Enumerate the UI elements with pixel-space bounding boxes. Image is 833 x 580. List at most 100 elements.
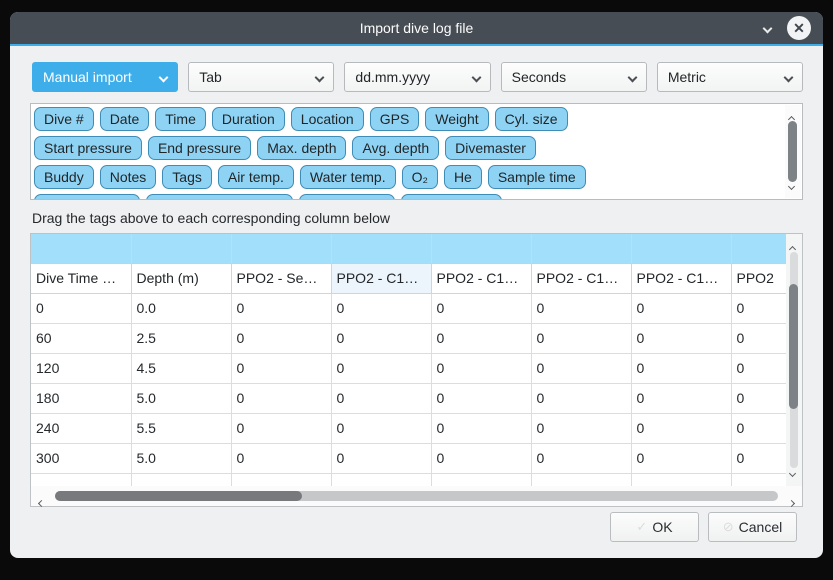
- cell: 0: [331, 293, 431, 323]
- cell: 0: [431, 413, 531, 443]
- tag-chip[interactable]: End pressure: [148, 136, 251, 160]
- scroll-left-icon[interactable]: [38, 500, 45, 507]
- tag-chip[interactable]: Weight: [425, 107, 488, 131]
- chevron-down-icon: [627, 72, 637, 82]
- cell: 0: [231, 443, 331, 473]
- check-icon: ✓: [636, 519, 647, 535]
- cell: 0: [31, 293, 131, 323]
- table-horizontal-scrollbar-thumb[interactable]: [55, 491, 302, 501]
- tag-chip[interactable]: Sample pO₂: [299, 194, 394, 200]
- close-button[interactable]: ✕: [787, 16, 811, 40]
- scroll-down-icon[interactable]: [789, 470, 796, 477]
- tag-chip[interactable]: O₂: [402, 165, 438, 189]
- column-drop-target[interactable]: [731, 234, 786, 263]
- column-header: PPO2 - C1…: [531, 263, 631, 293]
- tagbox-scrollbar-thumb[interactable]: [788, 121, 797, 182]
- column-drop-target[interactable]: [131, 234, 231, 263]
- cell: 5.0: [131, 443, 231, 473]
- tag-chip[interactable]: Sample CNS: [401, 194, 502, 200]
- tag-chip[interactable]: GPS: [370, 107, 420, 131]
- combo-units[interactable]: Metric: [657, 62, 803, 92]
- column-header: PPO2: [731, 263, 786, 293]
- header-row: Dive Time …Depth (m)PPO2 - Se…PPO2 - C1……: [31, 263, 786, 293]
- chevron-down-icon: [784, 72, 794, 82]
- combo-date-format[interactable]: dd.mm.yyyy: [344, 62, 490, 92]
- tag-chip[interactable]: Air temp.: [218, 165, 294, 189]
- combo-import-mode[interactable]: Manual import: [32, 62, 178, 92]
- tag-chip[interactable]: Duration: [212, 107, 285, 131]
- cell: 0: [331, 413, 431, 443]
- mapping-table: Dive Time …Depth (m)PPO2 - Se…PPO2 - C1……: [30, 233, 803, 507]
- combo-value: Manual import: [43, 69, 160, 85]
- tag-chip[interactable]: He: [444, 165, 482, 189]
- cell: 0: [731, 353, 786, 383]
- column-header: PPO2 - C1…: [631, 263, 731, 293]
- column-drop-target[interactable]: [31, 234, 131, 263]
- scroll-down-icon[interactable]: [788, 183, 795, 190]
- cell: 0: [531, 353, 631, 383]
- chevron-down-icon: [159, 72, 169, 82]
- tag-chip[interactable]: Date: [100, 107, 150, 131]
- tag-chip[interactable]: Sample temperature: [146, 194, 293, 200]
- chevron-down-icon: [315, 72, 325, 82]
- column-drop-target[interactable]: [431, 234, 531, 263]
- table-vertical-scrollbar-thumb[interactable]: [789, 284, 798, 409]
- tag-chip[interactable]: Dive #: [34, 107, 94, 131]
- tag-chip[interactable]: Sample depth: [34, 194, 140, 200]
- close-icon: ✕: [793, 20, 805, 37]
- column-drop-target[interactable]: [331, 234, 431, 263]
- cell: 0: [531, 323, 631, 353]
- tag-chip[interactable]: Location: [291, 107, 364, 131]
- cell: [631, 473, 731, 486]
- tag-chip[interactable]: Tags: [162, 165, 212, 189]
- table-vertical-scrollbar[interactable]: [786, 234, 802, 486]
- cell: 0: [231, 383, 331, 413]
- cell: [731, 473, 786, 486]
- tag-chip[interactable]: Buddy: [34, 165, 94, 189]
- shade-chevron-down-icon[interactable]: [763, 23, 773, 33]
- ok-button[interactable]: ✓ OK: [610, 512, 699, 542]
- cancel-button[interactable]: ⊘ Cancel: [708, 512, 797, 542]
- column-drop-target[interactable]: [231, 234, 331, 263]
- dialog-footer: ✓ OK ⊘ Cancel: [32, 512, 803, 542]
- table-row: 3005.0000000: [31, 443, 786, 473]
- tag-chip[interactable]: Sample time: [488, 165, 586, 189]
- cell: 0: [731, 443, 786, 473]
- combo-field-separator[interactable]: Tab: [188, 62, 334, 92]
- tag-chip[interactable]: Cyl. size: [495, 107, 568, 131]
- table-viewport: Dive Time …Depth (m)PPO2 - Se…PPO2 - C1……: [31, 234, 786, 486]
- cell: 0: [631, 383, 731, 413]
- tag-chip[interactable]: Avg. depth: [352, 136, 439, 160]
- cell: 0: [231, 353, 331, 383]
- tag-chip[interactable]: Max. depth: [257, 136, 346, 160]
- column-drop-target[interactable]: [531, 234, 631, 263]
- cell: [231, 473, 331, 486]
- tagbox-scrollbar[interactable]: [785, 105, 801, 198]
- tag-chip[interactable]: Time: [155, 107, 206, 131]
- tag-chip[interactable]: Divemaster: [445, 136, 536, 160]
- column-drop-target[interactable]: [631, 234, 731, 263]
- combo-time-format[interactable]: Seconds: [501, 62, 647, 92]
- cell: 0: [431, 353, 531, 383]
- cell: 0: [231, 293, 331, 323]
- tag-chip[interactable]: Notes: [100, 165, 157, 189]
- scroll-right-icon[interactable]: [788, 500, 795, 507]
- cell: 0: [431, 383, 531, 413]
- cell: 120: [31, 353, 131, 383]
- chevron-down-icon: [471, 72, 481, 82]
- cell: 0: [431, 443, 531, 473]
- cell: [131, 473, 231, 486]
- table-horizontal-scrollbar[interactable]: [31, 486, 802, 506]
- cell: [331, 473, 431, 486]
- tag-chip[interactable]: Start pressure: [34, 136, 142, 160]
- cell: 0: [531, 383, 631, 413]
- cell: 0: [731, 413, 786, 443]
- cell: 0: [731, 383, 786, 413]
- cell: 0: [631, 293, 731, 323]
- table-row: 1204.5000000: [31, 353, 786, 383]
- tag-chip[interactable]: Water temp.: [300, 165, 396, 189]
- table-row: 1805.0000000: [31, 383, 786, 413]
- cell: 0: [331, 323, 431, 353]
- cell: [431, 473, 531, 486]
- cell: 0: [231, 323, 331, 353]
